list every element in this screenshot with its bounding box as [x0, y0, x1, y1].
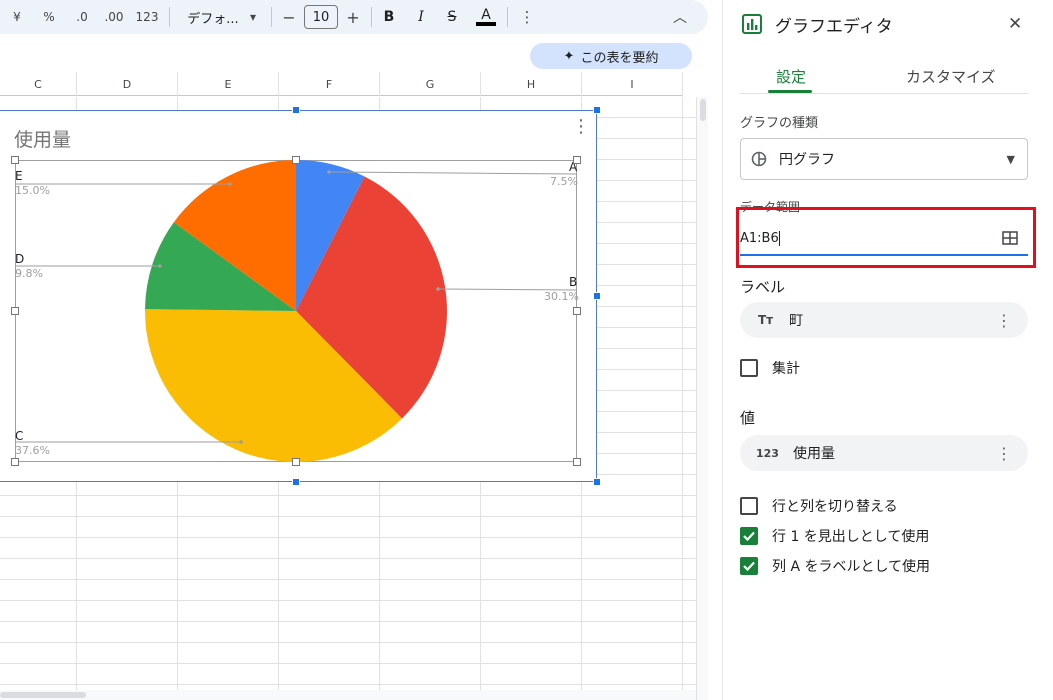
more-options-icon[interactable]: ⋮ [996, 311, 1012, 330]
row1-header-row[interactable]: 行 1 を見出しとして使用 [740, 526, 929, 546]
leader-dot [436, 287, 440, 291]
switch-rows-cols-row[interactable]: 行と列を切り替える [740, 496, 898, 516]
values-chip[interactable]: 123 使用量 ⋮ [740, 435, 1028, 471]
switch-rows-cols-checkbox[interactable] [740, 497, 758, 515]
plot-handle[interactable] [11, 156, 19, 164]
colA-labels-label: 列 A をラベルとして使用 [772, 559, 931, 575]
leader-dot [239, 440, 243, 444]
pie-label-d[interactable]: D [15, 253, 24, 266]
resize-handle[interactable] [593, 478, 601, 486]
pie-pct-e: 15.0% [15, 184, 50, 197]
panel-title: グラフエディタ [775, 17, 893, 37]
check-icon [743, 531, 755, 542]
chart-type-dropdown[interactable]: 円グラフ ▼ [740, 138, 1028, 180]
pie-chart-icon [751, 151, 767, 167]
resize-handle[interactable] [593, 106, 601, 114]
switch-rows-cols-label: 行と列を切り替える [772, 499, 898, 515]
aggregate-checkbox[interactable] [740, 359, 758, 377]
highlight-annotation [736, 207, 1036, 268]
leader-dot [327, 170, 331, 174]
chart-type-value: 円グラフ [779, 152, 835, 168]
chevron-down-icon: ▼ [1006, 152, 1015, 166]
aggregate-checkbox-row[interactable]: 集計 [740, 358, 800, 378]
label-section-title: ラベル [740, 278, 786, 296]
plot-handle[interactable] [292, 458, 300, 466]
scroll-thumb[interactable] [700, 99, 706, 121]
text-type-icon: Tт [758, 313, 774, 327]
pie-pct-d: 9.8% [15, 267, 43, 280]
plot-handle[interactable] [11, 458, 19, 466]
pie-label-e[interactable]: E [15, 170, 23, 183]
chart-type-label: グラフの種類 [740, 116, 819, 131]
row1-header-checkbox[interactable] [740, 527, 758, 545]
leader-dot [158, 264, 162, 268]
pie-pct-a: 7.5% [550, 175, 578, 188]
leader-dot [228, 182, 232, 186]
resize-handle[interactable] [292, 478, 300, 486]
label-chip[interactable]: Tт 町 ⋮ [740, 302, 1028, 338]
chart-editor-panel [722, 0, 1053, 700]
leader-line [328, 171, 578, 175]
close-icon[interactable]: ✕ [1008, 14, 1022, 34]
plot-handle[interactable] [573, 307, 581, 315]
plot-handle[interactable] [573, 156, 581, 164]
label-chip-value: 町 [789, 313, 804, 329]
chart-icon [742, 14, 762, 34]
tab-divider [740, 93, 1028, 94]
plot-handle[interactable] [573, 458, 581, 466]
app-root: ¥ % .0 .00 123 デフォ... ▾ − 10 + B I S A ⋮… [0, 0, 1053, 700]
colA-labels-row[interactable]: 列 A をラベルとして使用 [740, 556, 930, 576]
pie-chart [15, 160, 578, 463]
plot-handle[interactable] [292, 156, 300, 164]
pie-label-b[interactable]: B [569, 276, 577, 289]
number-type-icon: 123 [756, 446, 779, 460]
resize-handle[interactable] [292, 106, 300, 114]
more-options-icon[interactable]: ⋮ [996, 444, 1012, 463]
values-section-title: 値 [740, 409, 756, 427]
check-icon [743, 561, 755, 572]
pie-label-c[interactable]: C [15, 430, 23, 443]
pie-pct-c: 37.6% [15, 444, 50, 457]
tab-setup[interactable]: 設定 [776, 66, 806, 87]
values-chip-value: 使用量 [792, 446, 835, 462]
tab-customize[interactable]: カスタマイズ [906, 66, 996, 87]
colA-labels-checkbox[interactable] [740, 557, 758, 575]
aggregate-label: 集計 [772, 361, 800, 377]
pie-pct-b: 30.1% [544, 290, 579, 303]
plot-handle[interactable] [11, 307, 19, 315]
row1-header-label: 行 1 を見出しとして使用 [772, 529, 930, 545]
resize-handle[interactable] [593, 292, 601, 300]
